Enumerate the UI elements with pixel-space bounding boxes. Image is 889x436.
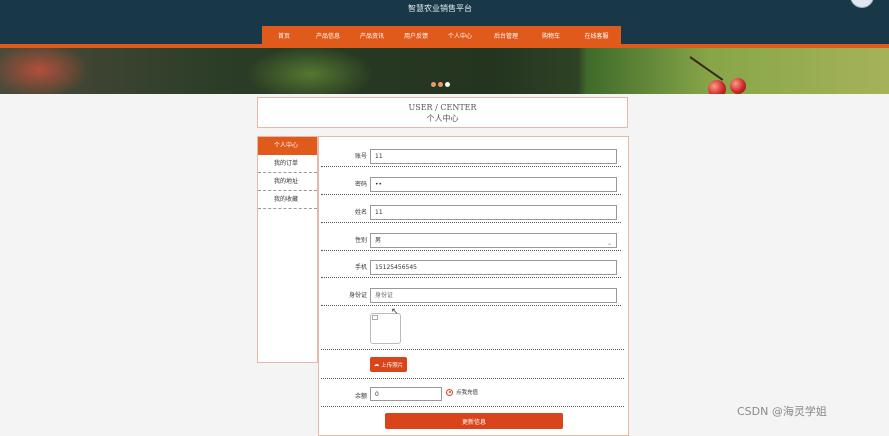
account-label: 账号 (354, 153, 367, 160)
carousel-dot[interactable] (431, 82, 436, 87)
carousel-indicator (431, 82, 450, 87)
phone-label: 手机 (354, 264, 367, 271)
id-card-input[interactable] (370, 288, 617, 303)
name-input[interactable] (370, 205, 617, 220)
gender-select[interactable]: 男 ⌄ (370, 233, 617, 248)
page-title-en: USER / CENTER (408, 103, 477, 112)
gender-value: 男 (375, 237, 382, 244)
nav-item-customer-service[interactable]: 在线客服 (572, 31, 621, 40)
gender-label: 性别 (354, 237, 367, 244)
name-label: 姓名 (354, 209, 367, 216)
recharge-radio[interactable] (446, 388, 453, 396)
broken-image-icon (372, 315, 378, 320)
stem-image (689, 56, 724, 81)
form-row-account: 账号 (319, 139, 625, 167)
site-title: 智慧农业销售平台 (408, 4, 472, 13)
nav-item-products[interactable]: 产品信息 (306, 31, 350, 40)
watermark: CSDN @海灵学姐 (737, 405, 827, 418)
phone-input[interactable] (370, 260, 617, 275)
form-row-name: 姓名 (319, 195, 625, 223)
password-label: 密码 (354, 181, 367, 188)
carousel-dot[interactable] (438, 82, 443, 87)
nav-item-feedback[interactable]: 用户反馈 (394, 31, 438, 40)
sidebar-item-address[interactable]: 我的地址 (258, 173, 317, 191)
nav-item-admin[interactable]: 后台管理 (482, 31, 530, 40)
account-input[interactable] (370, 149, 617, 164)
divider (321, 406, 624, 407)
recharge-label: 点我充值 (456, 390, 479, 396)
profile-form: 账号 密码 姓名 性别 男 ⌄ 手机 身份证 ↖ ☁ 上传照片 (318, 136, 629, 436)
nav-item-cart[interactable]: 购物车 (530, 31, 572, 40)
update-info-button[interactable]: 更新信息 (385, 413, 563, 429)
password-input[interactable] (370, 177, 617, 192)
sidebar-item-favorites[interactable]: 我的收藏 (258, 191, 317, 209)
nav-item-user-center[interactable]: 个人中心 (438, 31, 482, 40)
nav-item-home[interactable]: 首页 (262, 31, 306, 40)
page-title-cn: 个人中心 (426, 114, 459, 123)
chevron-down-icon: ⌄ (606, 240, 612, 247)
balance-label: 余额 (354, 393, 367, 400)
sidebar-item-orders[interactable]: 我的订单 (258, 155, 317, 173)
form-row-phone: 手机 (319, 250, 625, 278)
balance-input[interactable] (370, 387, 442, 401)
id-card-label: 身份证 (348, 292, 367, 299)
main-nav: 首页 产品信息 产品资讯 用户反馈 个人中心 后台管理 购物车 在线客服 (262, 26, 621, 44)
divider (321, 378, 624, 379)
form-row-password: 密码 (319, 167, 625, 195)
mouse-cursor-icon: ↖ (391, 307, 399, 317)
upload-photo-label: 上传照片 (381, 362, 404, 369)
form-row-id-card: 身份证 (319, 278, 625, 306)
upload-photo-button[interactable]: ☁ 上传照片 (370, 357, 407, 372)
user-sidebar: 个人中心 我的订单 我的地址 我的收藏 (257, 136, 318, 363)
berry-image (708, 80, 726, 94)
photo-preview (370, 313, 401, 344)
nav-item-news[interactable]: 产品资讯 (350, 31, 394, 40)
cloud-upload-icon: ☁ (373, 361, 380, 368)
divider (321, 349, 624, 350)
site-header: 智慧农业销售平台 首页 产品信息 产品资讯 用户反馈 个人中心 后台管理 购物车… (0, 0, 889, 46)
form-row-gender: 性别 男 ⌄ (319, 223, 625, 251)
banner-carousel[interactable] (0, 48, 889, 94)
page-title-box: USER / CENTER 个人中心 (257, 97, 628, 128)
recharge-option[interactable]: 点我充值 (446, 388, 478, 396)
berry-image (730, 78, 746, 94)
sidebar-item-user-center[interactable]: 个人中心 (258, 137, 317, 155)
carousel-dot-active[interactable] (445, 82, 450, 87)
